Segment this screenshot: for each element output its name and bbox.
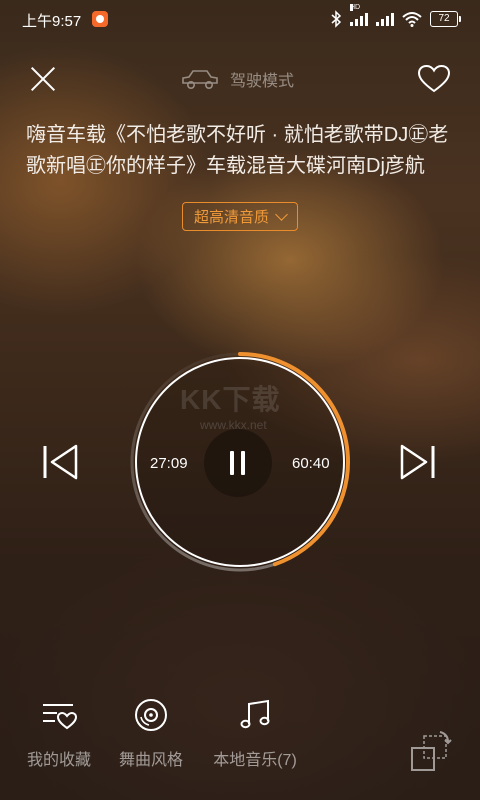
music-note-icon <box>200 690 310 740</box>
status-time: 上午9:57 <box>22 13 82 30</box>
chevron-down-icon <box>275 208 288 221</box>
status-bar: 上午9:57 HD 72 <box>0 0 480 40</box>
disc-icon <box>106 690 196 740</box>
total-time: 60:40 <box>292 455 330 472</box>
quality-selector[interactable]: 超高清音质 <box>182 202 298 231</box>
nav-favorites[interactable]: 我的收藏 <box>14 690 104 770</box>
skip-previous-icon[interactable] <box>40 442 82 482</box>
nav-local-music[interactable]: 本地音乐(7) <box>200 690 310 770</box>
app-notification-icon <box>92 11 108 27</box>
skip-next-icon[interactable] <box>396 442 438 482</box>
nav-favorites-label: 我的收藏 <box>26 752 91 769</box>
pause-icon[interactable] <box>204 429 272 497</box>
drive-mode-button[interactable]: 驾驶模式 <box>180 64 294 94</box>
signal-icon-2 <box>376 12 394 26</box>
drive-mode-label: 驾驶模式 <box>230 73 295 90</box>
nav-dance-style[interactable]: 舞曲风格 <box>106 690 196 770</box>
heart-icon[interactable] <box>417 64 451 94</box>
close-icon[interactable] <box>28 64 58 94</box>
quality-label: 超高清音质 <box>193 209 269 226</box>
nav-local-music-label: 本地音乐(7) <box>213 752 297 769</box>
song-title: 嗨音车载《不怕老歌不好听 · 就怕老歌带DJ㊣老歌新唱㊣你的样子》车载混音大碟河… <box>26 124 449 177</box>
signal-icon: HD <box>350 4 368 26</box>
status-icons: HD 72 <box>330 4 461 30</box>
bluetooth-icon <box>331 10 342 28</box>
rotate-screen-icon[interactable] <box>410 730 452 774</box>
nav-dance-style-label: 舞曲风格 <box>118 752 183 769</box>
wifi-icon <box>402 12 422 27</box>
network-badge: HD <box>350 4 361 11</box>
car-icon <box>182 70 218 90</box>
battery-icon: 72 <box>430 11 461 27</box>
elapsed-time: 27:09 <box>150 455 188 472</box>
favorites-list-icon <box>14 690 104 740</box>
